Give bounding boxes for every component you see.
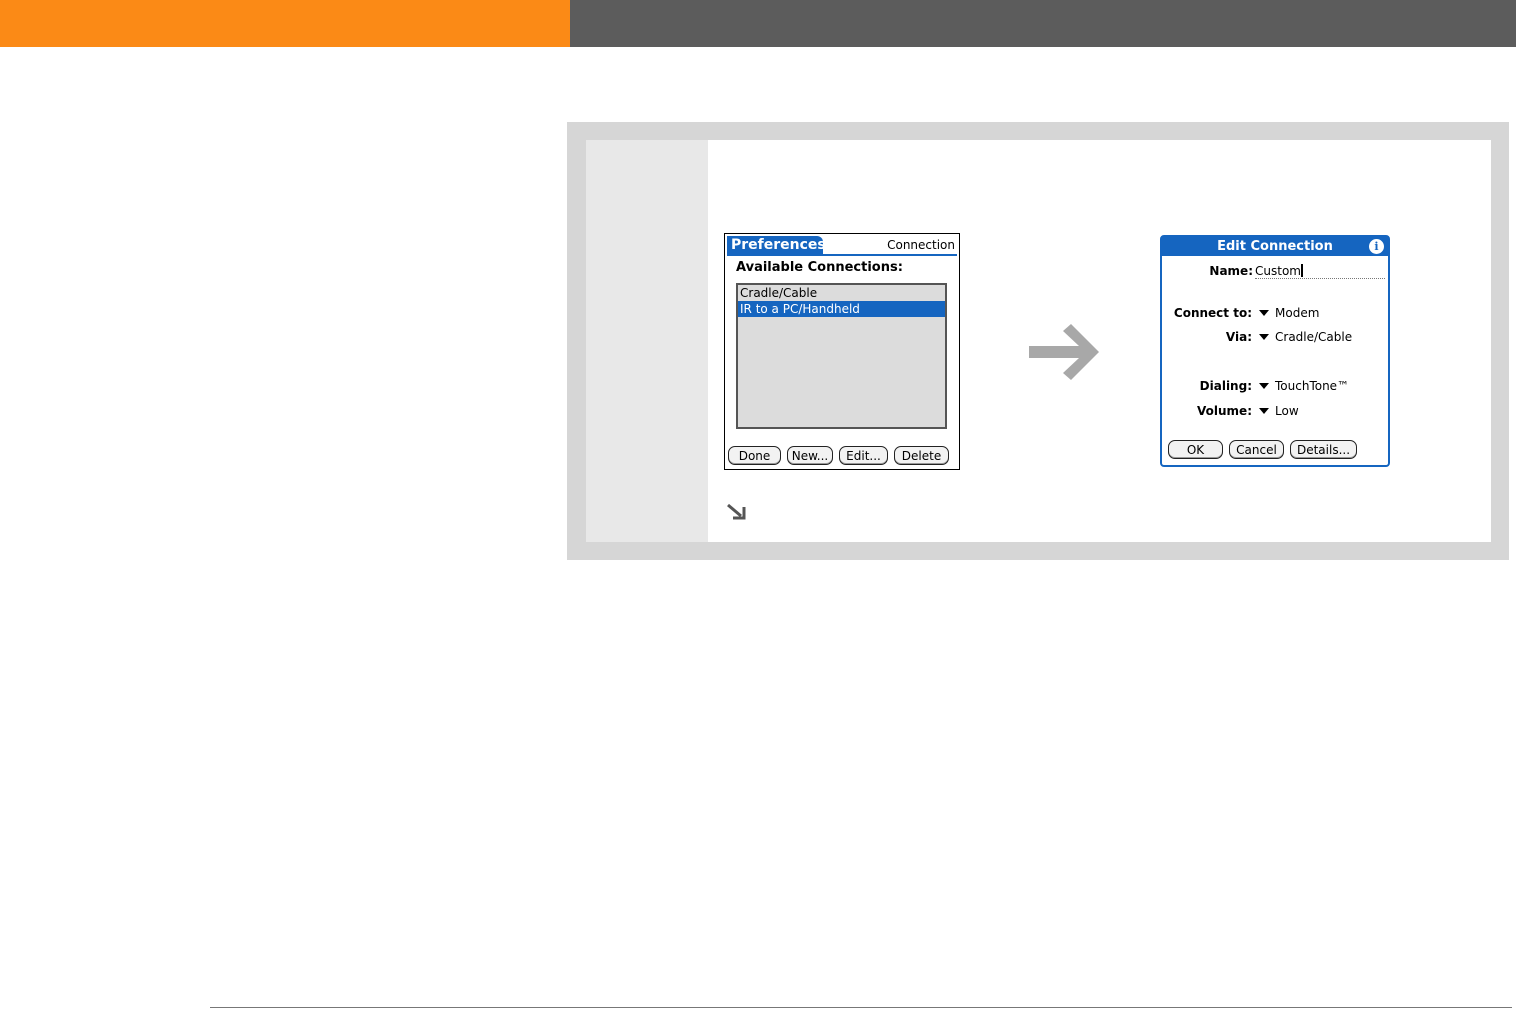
connection-buttons-row: Done New... Edit... Delete [728,446,958,466]
right-arrow-icon [1029,324,1099,380]
edit-button[interactable]: Edit... [839,446,888,465]
done-button[interactable]: Done [728,446,781,465]
dropdown-triangle-icon [1259,309,1269,316]
connect-to-label: Connect to: [1173,306,1252,320]
name-value: Custom [1255,264,1301,278]
connections-list[interactable]: Cradle/Cable IR to a PC/Handheld [736,283,947,429]
name-label: Name: [1209,264,1253,278]
delete-button[interactable]: Delete [894,446,949,465]
panel-name-label: Connection [887,238,955,252]
step-number-column [586,140,708,542]
footer-rule [210,1007,1512,1008]
cancel-button[interactable]: Cancel [1229,440,1284,459]
dropdown-triangle-icon [1259,382,1269,389]
dialing-label: Dialing: [1199,379,1252,393]
new-button[interactable]: New... [787,446,833,465]
preferences-tab-title[interactable]: Preferences [727,236,826,255]
title-underline [727,254,957,256]
volume-picker[interactable]: Low [1259,404,1299,418]
list-item-cradle-cable[interactable]: Cradle/Cable [738,285,945,301]
list-item-ir-to-pc-handheld[interactable]: IR to a PC/Handheld [738,301,945,317]
via-label: Via: [1225,330,1252,344]
header-orange-bar [0,0,570,47]
info-icon[interactable]: i [1369,239,1384,254]
ok-button[interactable]: OK [1168,440,1223,459]
available-connections-heading: Available Connections: [736,260,903,275]
header-gray-bar [570,0,1516,47]
dialing-picker[interactable]: TouchTone™ [1259,379,1349,393]
dropdown-triangle-icon [1259,407,1269,414]
preferences-connection-screen: Preferences Connection Available Connect… [724,233,960,470]
down-right-arrow-icon [727,503,746,520]
text-cursor [1300,264,1303,277]
connect-to-value: Modem [1275,306,1320,320]
connect-to-picker[interactable]: Modem [1259,306,1319,320]
dialog-buttons-row: OK Cancel Details... [1168,440,1383,460]
dialing-value: TouchTone™ [1275,379,1350,393]
dropdown-triangle-icon [1259,333,1269,340]
details-button[interactable]: Details... [1290,440,1357,459]
volume-value: Low [1275,404,1299,418]
name-field[interactable]: Custom [1255,264,1385,279]
via-value: Cradle/Cable [1275,330,1353,344]
volume-label: Volume: [1197,404,1252,418]
dialog-title: Edit Connection [1162,237,1388,256]
via-picker[interactable]: Cradle/Cable [1259,330,1352,344]
edit-connection-dialog: Edit Connection i Name: Custom Connect t… [1160,235,1390,467]
